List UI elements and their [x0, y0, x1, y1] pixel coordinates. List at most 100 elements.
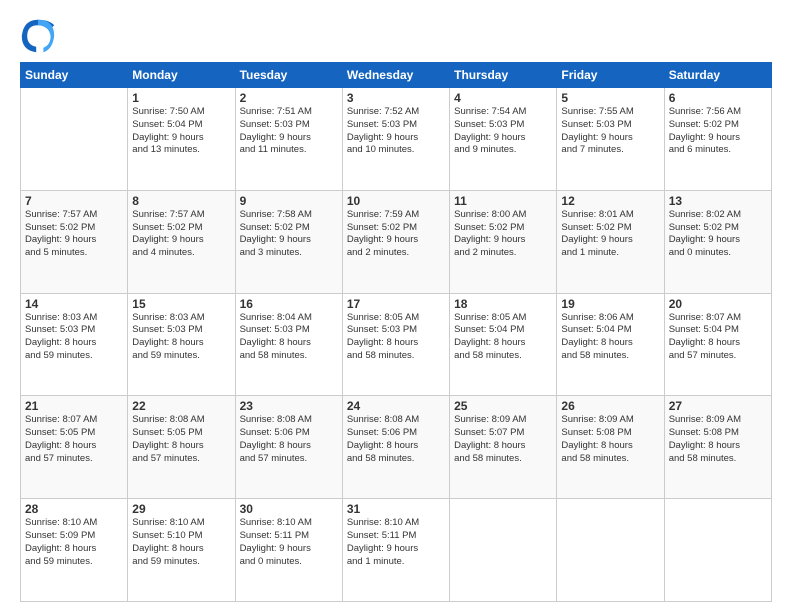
day-cell: [21, 88, 128, 191]
day-cell: [557, 499, 664, 602]
day-cell: 19Sunrise: 8:06 AM Sunset: 5:04 PM Dayli…: [557, 293, 664, 396]
week-row-2: 14Sunrise: 8:03 AM Sunset: 5:03 PM Dayli…: [21, 293, 772, 396]
day-cell: [450, 499, 557, 602]
day-info: Sunrise: 7:54 AM Sunset: 5:03 PM Dayligh…: [454, 106, 552, 157]
day-info: Sunrise: 8:08 AM Sunset: 5:06 PM Dayligh…: [240, 414, 338, 465]
day-number: 30: [240, 502, 338, 516]
day-info: Sunrise: 8:09 AM Sunset: 5:08 PM Dayligh…: [669, 414, 767, 465]
day-cell: 28Sunrise: 8:10 AM Sunset: 5:09 PM Dayli…: [21, 499, 128, 602]
day-info: Sunrise: 8:10 AM Sunset: 5:09 PM Dayligh…: [25, 517, 123, 568]
day-info: Sunrise: 7:57 AM Sunset: 5:02 PM Dayligh…: [132, 209, 230, 260]
day-number: 31: [347, 502, 445, 516]
day-cell: 6Sunrise: 7:56 AM Sunset: 5:02 PM Daylig…: [664, 88, 771, 191]
day-info: Sunrise: 8:08 AM Sunset: 5:05 PM Dayligh…: [132, 414, 230, 465]
day-number: 7: [25, 194, 123, 208]
page: SundayMondayTuesdayWednesdayThursdayFrid…: [0, 0, 792, 612]
day-cell: 26Sunrise: 8:09 AM Sunset: 5:08 PM Dayli…: [557, 396, 664, 499]
day-info: Sunrise: 8:03 AM Sunset: 5:03 PM Dayligh…: [132, 312, 230, 363]
day-number: 14: [25, 297, 123, 311]
day-cell: 8Sunrise: 7:57 AM Sunset: 5:02 PM Daylig…: [128, 190, 235, 293]
day-number: 10: [347, 194, 445, 208]
week-row-0: 1Sunrise: 7:50 AM Sunset: 5:04 PM Daylig…: [21, 88, 772, 191]
day-cell: 22Sunrise: 8:08 AM Sunset: 5:05 PM Dayli…: [128, 396, 235, 499]
day-info: Sunrise: 8:09 AM Sunset: 5:07 PM Dayligh…: [454, 414, 552, 465]
day-info: Sunrise: 7:50 AM Sunset: 5:04 PM Dayligh…: [132, 106, 230, 157]
day-number: 3: [347, 91, 445, 105]
day-number: 21: [25, 399, 123, 413]
day-header-wednesday: Wednesday: [342, 63, 449, 88]
day-cell: 17Sunrise: 8:05 AM Sunset: 5:03 PM Dayli…: [342, 293, 449, 396]
day-info: Sunrise: 8:10 AM Sunset: 5:11 PM Dayligh…: [240, 517, 338, 568]
day-info: Sunrise: 7:51 AM Sunset: 5:03 PM Dayligh…: [240, 106, 338, 157]
day-number: 15: [132, 297, 230, 311]
header: [20, 18, 772, 54]
day-number: 11: [454, 194, 552, 208]
header-row: SundayMondayTuesdayWednesdayThursdayFrid…: [21, 63, 772, 88]
day-info: Sunrise: 8:02 AM Sunset: 5:02 PM Dayligh…: [669, 209, 767, 260]
day-cell: 2Sunrise: 7:51 AM Sunset: 5:03 PM Daylig…: [235, 88, 342, 191]
day-info: Sunrise: 8:05 AM Sunset: 5:04 PM Dayligh…: [454, 312, 552, 363]
day-cell: 20Sunrise: 8:07 AM Sunset: 5:04 PM Dayli…: [664, 293, 771, 396]
day-info: Sunrise: 7:57 AM Sunset: 5:02 PM Dayligh…: [25, 209, 123, 260]
day-info: Sunrise: 7:52 AM Sunset: 5:03 PM Dayligh…: [347, 106, 445, 157]
day-info: Sunrise: 8:03 AM Sunset: 5:03 PM Dayligh…: [25, 312, 123, 363]
day-number: 6: [669, 91, 767, 105]
day-cell: 18Sunrise: 8:05 AM Sunset: 5:04 PM Dayli…: [450, 293, 557, 396]
day-cell: 1Sunrise: 7:50 AM Sunset: 5:04 PM Daylig…: [128, 88, 235, 191]
day-cell: 27Sunrise: 8:09 AM Sunset: 5:08 PM Dayli…: [664, 396, 771, 499]
day-cell: 29Sunrise: 8:10 AM Sunset: 5:10 PM Dayli…: [128, 499, 235, 602]
day-info: Sunrise: 8:07 AM Sunset: 5:04 PM Dayligh…: [669, 312, 767, 363]
day-cell: [664, 499, 771, 602]
day-info: Sunrise: 8:10 AM Sunset: 5:10 PM Dayligh…: [132, 517, 230, 568]
day-number: 18: [454, 297, 552, 311]
day-info: Sunrise: 7:55 AM Sunset: 5:03 PM Dayligh…: [561, 106, 659, 157]
day-cell: 25Sunrise: 8:09 AM Sunset: 5:07 PM Dayli…: [450, 396, 557, 499]
day-cell: 4Sunrise: 7:54 AM Sunset: 5:03 PM Daylig…: [450, 88, 557, 191]
day-header-monday: Monday: [128, 63, 235, 88]
day-info: Sunrise: 7:56 AM Sunset: 5:02 PM Dayligh…: [669, 106, 767, 157]
day-cell: 15Sunrise: 8:03 AM Sunset: 5:03 PM Dayli…: [128, 293, 235, 396]
day-cell: 24Sunrise: 8:08 AM Sunset: 5:06 PM Dayli…: [342, 396, 449, 499]
calendar-table: SundayMondayTuesdayWednesdayThursdayFrid…: [20, 62, 772, 602]
week-row-1: 7Sunrise: 7:57 AM Sunset: 5:02 PM Daylig…: [21, 190, 772, 293]
day-cell: 5Sunrise: 7:55 AM Sunset: 5:03 PM Daylig…: [557, 88, 664, 191]
day-number: 5: [561, 91, 659, 105]
day-number: 16: [240, 297, 338, 311]
day-number: 8: [132, 194, 230, 208]
day-number: 27: [669, 399, 767, 413]
day-info: Sunrise: 8:04 AM Sunset: 5:03 PM Dayligh…: [240, 312, 338, 363]
day-cell: 9Sunrise: 7:58 AM Sunset: 5:02 PM Daylig…: [235, 190, 342, 293]
day-number: 23: [240, 399, 338, 413]
day-number: 1: [132, 91, 230, 105]
day-info: Sunrise: 7:58 AM Sunset: 5:02 PM Dayligh…: [240, 209, 338, 260]
day-cell: 23Sunrise: 8:08 AM Sunset: 5:06 PM Dayli…: [235, 396, 342, 499]
day-cell: 16Sunrise: 8:04 AM Sunset: 5:03 PM Dayli…: [235, 293, 342, 396]
day-number: 29: [132, 502, 230, 516]
day-number: 17: [347, 297, 445, 311]
logo-icon: [20, 18, 56, 54]
day-number: 4: [454, 91, 552, 105]
day-number: 19: [561, 297, 659, 311]
day-cell: 21Sunrise: 8:07 AM Sunset: 5:05 PM Dayli…: [21, 396, 128, 499]
day-cell: 12Sunrise: 8:01 AM Sunset: 5:02 PM Dayli…: [557, 190, 664, 293]
day-number: 12: [561, 194, 659, 208]
day-cell: 31Sunrise: 8:10 AM Sunset: 5:11 PM Dayli…: [342, 499, 449, 602]
day-info: Sunrise: 8:10 AM Sunset: 5:11 PM Dayligh…: [347, 517, 445, 568]
day-number: 20: [669, 297, 767, 311]
day-header-thursday: Thursday: [450, 63, 557, 88]
day-header-tuesday: Tuesday: [235, 63, 342, 88]
day-cell: 13Sunrise: 8:02 AM Sunset: 5:02 PM Dayli…: [664, 190, 771, 293]
day-number: 2: [240, 91, 338, 105]
day-number: 25: [454, 399, 552, 413]
day-number: 26: [561, 399, 659, 413]
day-number: 13: [669, 194, 767, 208]
day-info: Sunrise: 8:05 AM Sunset: 5:03 PM Dayligh…: [347, 312, 445, 363]
day-cell: 7Sunrise: 7:57 AM Sunset: 5:02 PM Daylig…: [21, 190, 128, 293]
day-cell: 14Sunrise: 8:03 AM Sunset: 5:03 PM Dayli…: [21, 293, 128, 396]
day-number: 9: [240, 194, 338, 208]
day-info: Sunrise: 8:01 AM Sunset: 5:02 PM Dayligh…: [561, 209, 659, 260]
day-info: Sunrise: 8:07 AM Sunset: 5:05 PM Dayligh…: [25, 414, 123, 465]
day-info: Sunrise: 8:08 AM Sunset: 5:06 PM Dayligh…: [347, 414, 445, 465]
day-info: Sunrise: 8:00 AM Sunset: 5:02 PM Dayligh…: [454, 209, 552, 260]
day-cell: 30Sunrise: 8:10 AM Sunset: 5:11 PM Dayli…: [235, 499, 342, 602]
